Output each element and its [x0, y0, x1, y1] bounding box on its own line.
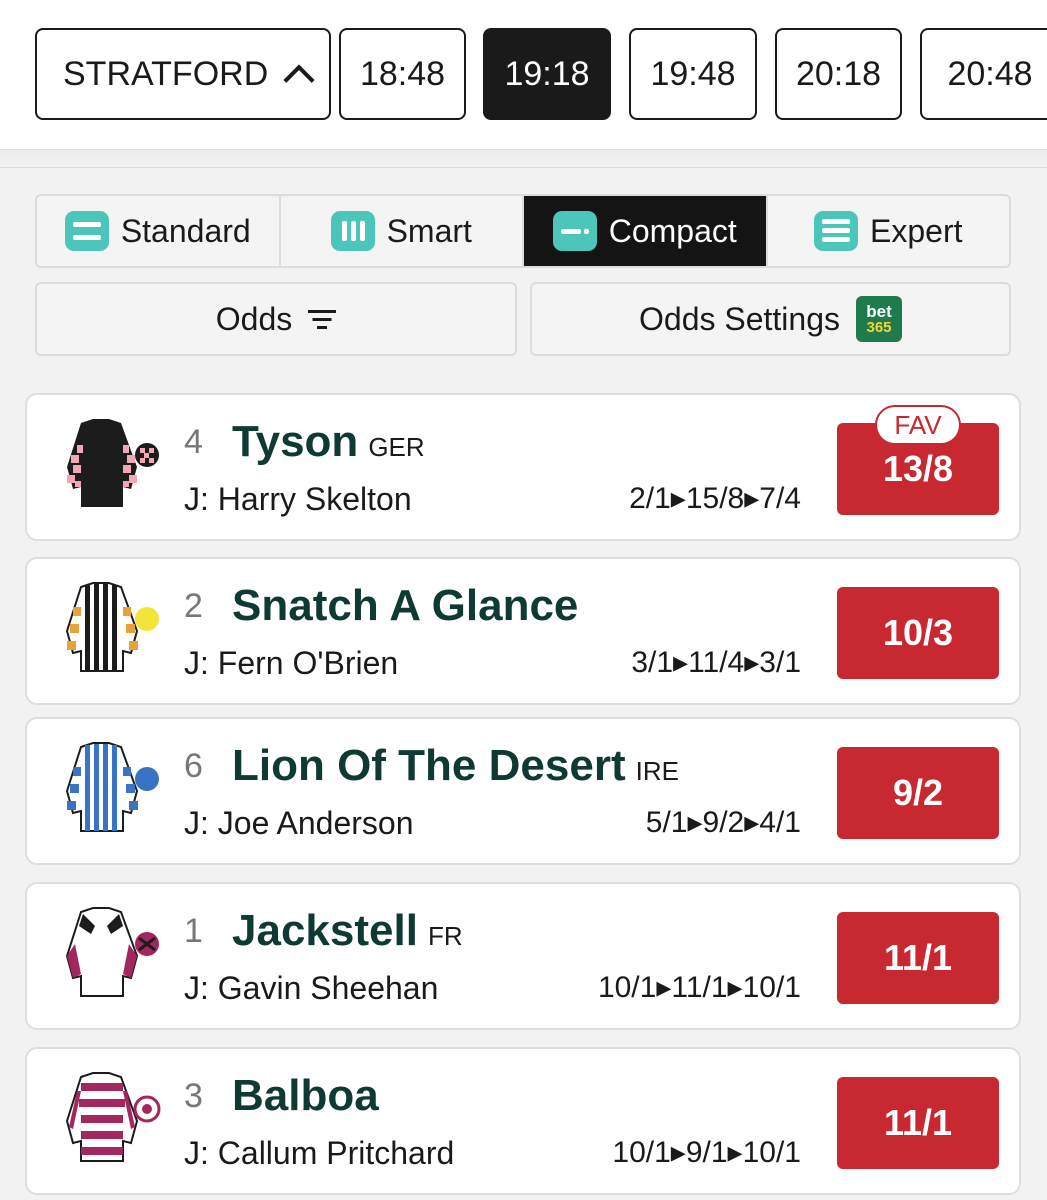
jockey-name: J: Fern O'Brien — [184, 645, 399, 681]
tab-expert[interactable]: Expert — [768, 196, 1010, 266]
standard-view-icon — [64, 211, 109, 251]
runner-card[interactable]: 3 Balboa J: Callum Pritchard 10/1▸9/1▸10… — [25, 1047, 1021, 1195]
runner-card[interactable]: 4 Tyson GER J: Harry Skelton 2/1▸15/8▸7/4… — [25, 393, 1021, 541]
odds-settings-label: Odds Settings — [639, 300, 840, 337]
race-time-tab[interactable]: 18:48 — [339, 28, 466, 120]
race-selector-bar: STRATFORD 18:48 19:18 19:48 20:18 20:48 — [0, 0, 1047, 150]
jockey-silks-icon — [65, 742, 159, 832]
odds-history: 2/1▸15/8▸7/4 — [629, 482, 801, 515]
horse-nationality: GER — [368, 432, 425, 462]
horse-name[interactable]: Lion Of The Desert IRE — [232, 741, 679, 791]
venue-label: STRATFORD — [63, 54, 269, 93]
tab-compact[interactable]: Compact — [524, 196, 768, 266]
race-time-tab-active[interactable]: 19:18 — [483, 28, 611, 120]
jockey-silks-icon — [65, 907, 159, 997]
odds-button[interactable]: 11/1 — [837, 912, 999, 1004]
horse-name[interactable]: Snatch A Glance — [232, 581, 578, 631]
horse-nationality: FR — [427, 921, 463, 951]
filter-icon — [308, 308, 337, 330]
horse-name[interactable]: Tyson GER — [232, 417, 425, 467]
runner-card[interactable]: 2 Snatch A Glance J: Fern O'Brien 3/1▸11… — [25, 557, 1021, 705]
jockey-name: J: Joe Anderson — [184, 805, 414, 841]
odds-history: 3/1▸11/4▸3/1 — [631, 646, 801, 679]
odds-button[interactable]: 11/1 — [837, 1077, 999, 1169]
expert-view-icon — [814, 211, 858, 251]
race-time-tab[interactable]: 20:18 — [775, 28, 902, 120]
runner-card[interactable]: 6 Lion Of The Desert IRE J: Joe Anderson … — [25, 717, 1021, 865]
odds-sort-label: Odds — [215, 300, 293, 337]
race-time-tab[interactable]: 20:48 — [920, 28, 1047, 120]
tab-smart[interactable]: Smart — [281, 196, 524, 266]
odds-settings-button[interactable]: Odds Settings bet 365 — [530, 282, 1011, 356]
tab-smart-label: Smart — [386, 212, 472, 249]
bet365-logo: bet 365 — [856, 296, 902, 342]
race-time-tab[interactable]: 19:48 — [629, 28, 757, 120]
divider — [0, 150, 1047, 168]
horse-nationality: IRE — [635, 756, 679, 786]
tab-compact-label: Compact — [608, 212, 737, 249]
smart-view-icon — [330, 211, 375, 251]
odds-sort-button[interactable]: Odds — [35, 282, 517, 356]
jockey-name: J: Callum Pritchard — [184, 1135, 455, 1171]
tab-standard[interactable]: Standard — [37, 196, 281, 266]
runner-number: 4 — [184, 423, 203, 461]
odds-button[interactable]: 10/3 — [837, 587, 999, 679]
jockey-name: J: Harry Skelton — [184, 481, 412, 517]
chevron-up-icon — [283, 64, 315, 96]
horse-name[interactable]: Jackstell FR — [232, 906, 463, 956]
jockey-silks-icon — [65, 1072, 161, 1162]
odds-history: 10/1▸11/1▸10/1 — [597, 971, 801, 1004]
tab-expert-label: Expert — [870, 212, 963, 249]
jockey-silks-icon — [67, 419, 159, 507]
odds-button[interactable]: 9/2 — [837, 747, 999, 839]
jockey-silks-icon — [65, 582, 159, 672]
venue-dropdown[interactable]: STRATFORD — [35, 28, 331, 120]
runner-number: 2 — [184, 587, 203, 625]
runner-number: 6 — [184, 747, 203, 785]
runner-number: 1 — [184, 912, 203, 950]
runner-number: 3 — [184, 1077, 203, 1115]
odds-history: 10/1▸9/1▸10/1 — [612, 1136, 801, 1169]
favourite-badge: FAV — [875, 405, 961, 445]
odds-history: 5/1▸9/2▸4/1 — [645, 806, 801, 839]
compact-view-icon — [552, 211, 597, 251]
tab-standard-label: Standard — [120, 212, 251, 249]
jockey-name: J: Gavin Sheehan — [184, 970, 439, 1006]
horse-name[interactable]: Balboa — [232, 1071, 379, 1121]
view-mode-tabs: Standard Smart Compact Expert — [35, 194, 1011, 268]
runner-card[interactable]: 1 Jackstell FR J: Gavin Sheehan 10/1▸11/1… — [25, 882, 1021, 1030]
